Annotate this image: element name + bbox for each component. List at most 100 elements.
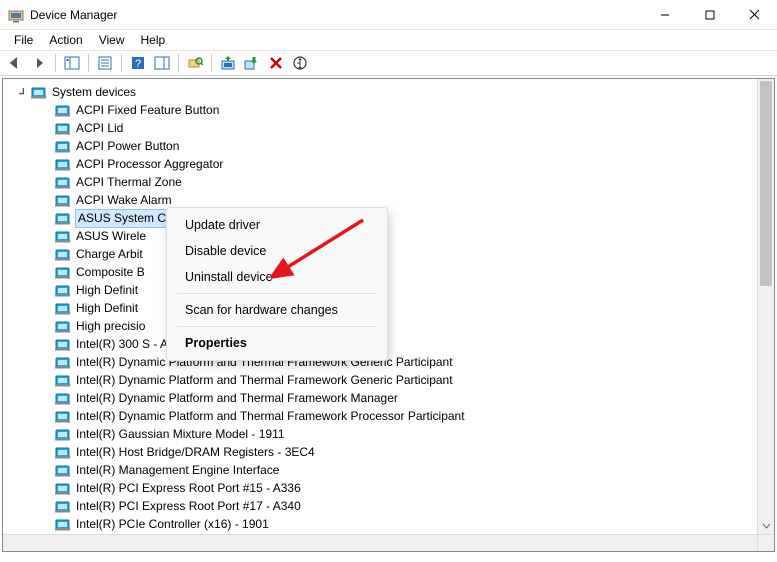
device-icon xyxy=(55,103,71,117)
menu-item-scan-hardware[interactable]: Scan for hardware changes xyxy=(167,297,387,323)
device-icon xyxy=(55,193,71,207)
device-icon xyxy=(55,481,71,495)
uninstall-button[interactable] xyxy=(265,52,287,74)
device-icon xyxy=(55,157,71,171)
disable-button[interactable] xyxy=(241,52,263,74)
tree-item[interactable]: Intel(R) Gaussian Mixture Model - 1911 xyxy=(7,425,770,443)
menu-separator xyxy=(177,326,377,327)
device-icon xyxy=(55,355,71,369)
tree-item[interactable]: ACPI Processor Aggregator xyxy=(7,155,770,173)
tree-item[interactable]: ACPI Fixed Feature Button xyxy=(7,101,770,119)
device-icon xyxy=(55,427,71,441)
back-button[interactable] xyxy=(4,52,26,74)
tree-category-label: System devices xyxy=(51,84,137,101)
tree-item-label: ACPI Thermal Zone xyxy=(75,174,183,191)
help-button[interactable]: ? xyxy=(127,52,149,74)
tree-item-label: High Definit xyxy=(75,282,139,299)
device-icon xyxy=(55,301,71,315)
tree-item[interactable]: ACPI Lid xyxy=(7,119,770,137)
vertical-scrollbar[interactable] xyxy=(757,79,774,534)
update-driver-button[interactable] xyxy=(217,52,239,74)
forward-button[interactable] xyxy=(28,52,50,74)
device-category-icon xyxy=(31,85,47,99)
tree-item-label: Intel(R) PCI Express Root Port #17 - A34… xyxy=(75,498,302,515)
menu-item-disable-device[interactable]: Disable device xyxy=(167,238,387,264)
minimize-button[interactable] xyxy=(642,0,687,29)
device-icon xyxy=(55,337,71,351)
window-title: Device Manager xyxy=(30,8,642,22)
tree-item-label: ACPI Processor Aggregator xyxy=(75,156,224,173)
tree-item[interactable]: ASUS Wirele xyxy=(7,227,770,245)
menu-item-properties[interactable]: Properties xyxy=(167,330,387,356)
menu-item-update-driver[interactable]: Update driver xyxy=(167,212,387,238)
device-icon xyxy=(55,211,71,225)
device-icon xyxy=(55,445,71,459)
scan-hardware-button[interactable] xyxy=(184,52,206,74)
svg-text:?: ? xyxy=(135,58,141,70)
tree-item-label: Composite B xyxy=(75,264,146,281)
device-icon xyxy=(55,409,71,423)
tree-item[interactable]: Intel(R) Dynamic Platform and Thermal Fr… xyxy=(7,389,770,407)
device-icon xyxy=(55,499,71,513)
toolbar: ? xyxy=(0,50,777,76)
tree-item[interactable]: Intel(R) PCIe Controller (x16) - 1901 xyxy=(7,515,770,533)
menu-view[interactable]: View xyxy=(91,31,133,49)
tree-item-label: Intel(R) Dynamic Platform and Thermal Fr… xyxy=(75,372,454,389)
tree-item-label: Intel(R) Host Bridge/DRAM Registers - 3E… xyxy=(75,444,316,461)
device-icon xyxy=(55,229,71,243)
tree-item[interactable]: ACPI Wake Alarm xyxy=(7,191,770,209)
scrollbar-thumb[interactable] xyxy=(760,81,772,286)
tree-item[interactable]: Intel(R) Dynamic Platform and Thermal Fr… xyxy=(7,353,770,371)
tree-item-label: ACPI Lid xyxy=(75,120,124,137)
chevron-down-icon[interactable] xyxy=(17,86,29,98)
menu-bar: File Action View Help xyxy=(0,30,777,50)
device-icon xyxy=(55,247,71,261)
tree-item[interactable]: High Definit xyxy=(7,299,770,317)
tree-item[interactable]: Intel(R) PCI Express Root Port #15 - A33… xyxy=(7,479,770,497)
close-button[interactable] xyxy=(732,0,777,29)
tree-item[interactable]: High Definit xyxy=(7,281,770,299)
menu-help[interactable]: Help xyxy=(133,31,174,49)
tree-item-label: Intel(R) PCI Express Root Port #15 - A33… xyxy=(75,480,302,497)
maximize-button[interactable] xyxy=(687,0,732,29)
device-icon xyxy=(55,175,71,189)
device-icon xyxy=(55,517,71,531)
tree-item-label: High Definit xyxy=(75,300,139,317)
device-icon xyxy=(55,319,71,333)
tree-item[interactable]: Intel(R) Dynamic Platform and Thermal Fr… xyxy=(7,407,770,425)
tree-item-label: Intel(R) Dynamic Platform and Thermal Fr… xyxy=(75,408,466,425)
device-icon xyxy=(55,265,71,279)
tree-item[interactable]: High precisio xyxy=(7,317,770,335)
device-tree-pane: System devicesACPI Fixed Feature ButtonA… xyxy=(2,78,775,552)
device-icon xyxy=(55,391,71,405)
device-icon xyxy=(55,139,71,153)
tree-item[interactable]: Charge Arbit xyxy=(7,245,770,263)
tree-item[interactable]: Intel(R) Management Engine Interface xyxy=(7,461,770,479)
tree-item-label: ACPI Power Button xyxy=(75,138,180,155)
tree-category-system-devices[interactable]: System devices xyxy=(7,83,770,101)
action-pane-button[interactable] xyxy=(151,52,173,74)
tree-item[interactable]: ACPI Power Button xyxy=(7,137,770,155)
tree-item-label: Intel(R) Dynamic Platform and Thermal Fr… xyxy=(75,390,399,407)
tree-item-label: Intel(R) Management Engine Interface xyxy=(75,462,280,479)
legacy-hardware-button[interactable] xyxy=(289,52,311,74)
tree-item-label: ACPI Fixed Feature Button xyxy=(75,102,220,119)
tree-item[interactable]: Intel(R) 300 S - A30D xyxy=(7,335,770,353)
menu-action[interactable]: Action xyxy=(41,31,90,49)
menu-item-uninstall-device[interactable]: Uninstall device xyxy=(167,264,387,290)
horizontal-scrollbar[interactable] xyxy=(3,534,757,551)
menu-file[interactable]: File xyxy=(6,31,41,49)
tree-item[interactable]: Intel(R) Dynamic Platform and Thermal Fr… xyxy=(7,371,770,389)
tree-item[interactable]: Intel(R) PCI Express Root Port #17 - A34… xyxy=(7,497,770,515)
tree-item[interactable]: ASUS System Control Interface V2 xyxy=(7,209,770,227)
device-icon xyxy=(55,463,71,477)
properties-button[interactable] xyxy=(94,52,116,74)
tree-item[interactable]: ACPI Thermal Zone xyxy=(7,173,770,191)
tree-item[interactable]: Intel(R) Host Bridge/DRAM Registers - 3E… xyxy=(7,443,770,461)
menu-separator xyxy=(177,293,377,294)
tree-item[interactable]: Composite B xyxy=(7,263,770,281)
title-bar: Device Manager xyxy=(0,0,777,30)
device-icon xyxy=(55,121,71,135)
tree-item-label: High precisio xyxy=(75,318,146,335)
show-hide-console-tree-button[interactable] xyxy=(61,52,83,74)
